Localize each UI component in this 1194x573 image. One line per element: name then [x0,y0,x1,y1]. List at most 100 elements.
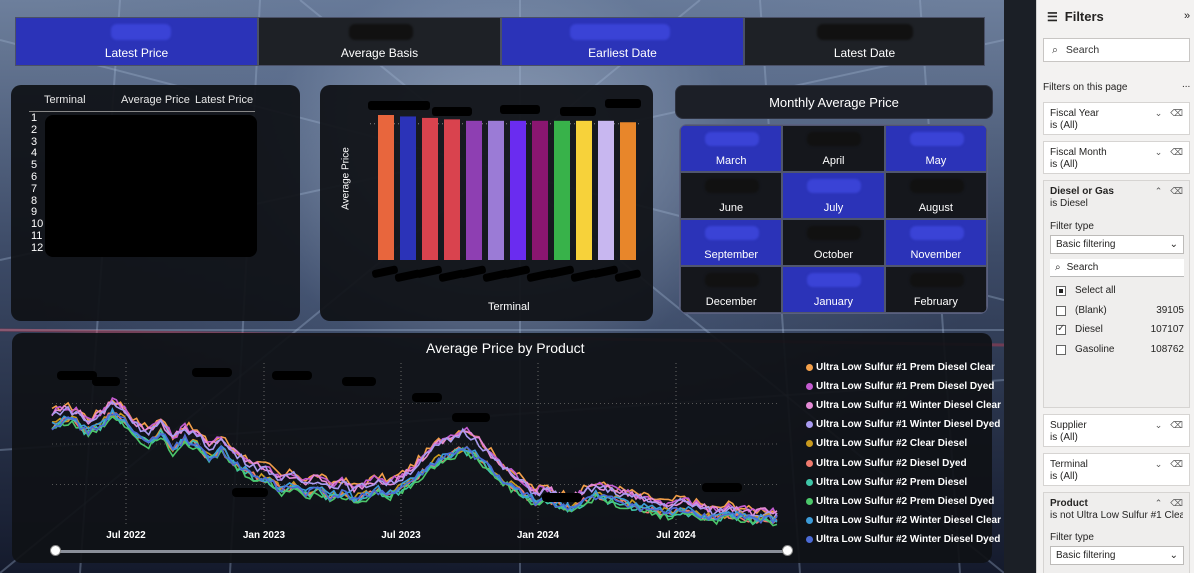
option-label: Diesel [1075,324,1103,335]
legend-item[interactable]: Ultra Low Sulfur #2 Winter Diesel Dyed [806,534,1000,545]
filter-type-value: Basic filtering [1056,238,1116,250]
month-tile-february[interactable]: February [884,266,987,313]
chevron-down-icon[interactable]: ⌄ [1155,146,1163,158]
canvas-gutter [1004,0,1036,573]
option-label: Gasoline [1075,343,1115,355]
more-options-icon[interactable]: ... [1182,79,1190,90]
eraser-icon[interactable]: ⌫ [1170,185,1183,197]
filter-type-dropdown[interactable]: Basic filtering ⌄ [1050,546,1184,565]
chevron-up-icon[interactable]: ⌃ [1155,185,1163,197]
checkbox[interactable] [1056,344,1066,355]
checkbox[interactable] [1056,286,1066,296]
month-tile-august[interactable]: August [884,172,987,219]
terminal-table[interactable]: Terminal Average Price Latest Price 1234… [11,85,300,321]
legend-item[interactable]: Ultra Low Sulfur #1 Prem Diesel Dyed [806,381,994,392]
bar[interactable] [466,120,482,260]
filter-values-search[interactable]: ⌕ Search [1050,259,1184,277]
bar[interactable] [554,120,570,260]
column-header-latest-price[interactable]: Latest Price [195,94,253,106]
eraser-icon[interactable]: ⌫ [1170,146,1183,158]
legend-item[interactable]: Ultra Low Sulfur #2 Diesel Dyed [806,458,967,469]
bar[interactable] [444,119,460,260]
column-header-average-price[interactable]: Average Price [121,94,190,106]
month-tile-december[interactable]: December [680,266,783,313]
legend-item[interactable]: Ultra Low Sulfur #2 Winter Diesel Clear [806,515,1001,526]
filters-search-input[interactable]: ⌕ Search [1043,38,1190,62]
month-tile-july[interactable]: July [782,172,885,219]
month-grid[interactable]: March April May June July August September Octo… [679,124,988,314]
column-header-terminal[interactable]: Terminal [44,94,86,106]
kpi-latest-price[interactable]: Latest Price [15,17,258,66]
kpi-label: Average Basis [340,46,419,60]
filter-card-terminal[interactable]: Terminal is (All) ⌄ ⌫ [1043,453,1190,486]
month-tile-june[interactable]: June [680,172,783,219]
legend-item[interactable]: Ultra Low Sulfur #1 Winter Diesel Clear [806,400,1001,411]
bar[interactable] [400,116,416,260]
month-tile-september[interactable]: September [680,219,783,266]
filter-option-select-all[interactable]: Select all [1056,285,1184,297]
date-slider-start-handle[interactable] [50,545,61,556]
filter-option-gasoline[interactable]: Gasoline 108762 [1056,344,1184,356]
search-icon: ⌕ [1052,43,1058,56]
eraser-icon[interactable]: ⌫ [1170,497,1183,509]
legend-item[interactable]: Ultra Low Sulfur #2 Clear Diesel [806,438,967,449]
filter-card-fiscal-month[interactable]: Fiscal Month is (All) ⌄ ⌫ [1043,141,1190,174]
eraser-icon[interactable]: ⌫ [1170,458,1183,470]
month-label: January [813,296,854,308]
filter-lines-icon: ☰ [1047,9,1058,24]
filter-card-supplier[interactable]: Supplier is (All) ⌄ ⌫ [1043,414,1190,447]
filter-card-product[interactable]: Product is not Ultra Low Sulfur #1 Clea.… [1043,492,1190,573]
month-tile-march[interactable]: March [680,125,783,172]
kpi-latest-date[interactable]: Latest Date [744,17,985,66]
redacted-tick-label [503,265,530,278]
eraser-icon[interactable]: ⌫ [1170,107,1183,119]
chevron-down-icon[interactable]: ⌄ [1155,458,1163,470]
legend-item[interactable]: Ultra Low Sulfur #2 Prem Diesel Dyed [806,496,994,507]
kpi-average-basis[interactable]: Average Basis [258,17,501,66]
date-slider-track[interactable] [55,550,788,553]
filter-card-diesel-or-gas[interactable]: Diesel or Gas is Diesel ⌃ ⌫ Filter type B… [1043,180,1190,408]
legend-item[interactable]: Ultra Low Sulfur #1 Prem Diesel Clear [806,362,995,373]
checkbox[interactable] [1056,305,1066,316]
bar[interactable] [598,120,614,260]
month-tile-october[interactable]: October [782,219,885,266]
bar[interactable] [422,117,438,261]
eraser-icon[interactable]: ⌫ [1170,419,1183,431]
x-tick-label: Jan 2023 [243,530,286,541]
filter-type-dropdown[interactable]: Basic filtering ⌄ [1050,235,1184,254]
kpi-earliest-date[interactable]: Earliest Date [501,17,744,66]
redacted-tick-label [371,265,398,278]
bar[interactable] [532,120,548,260]
filter-card-fiscal-year[interactable]: Fiscal Year is (All) ⌄ ⌫ [1043,102,1190,135]
terminal-bar-chart[interactable]: Average Price Terminal [320,85,653,321]
redacted-tick-label [591,265,618,278]
month-tile-april[interactable]: April [782,125,885,172]
chevron-down-icon[interactable]: ⌄ [1155,107,1163,119]
chevron-up-icon[interactable]: ⌃ [1155,497,1163,509]
bar-chart-plot[interactable] [320,85,653,321]
bar[interactable] [378,115,394,260]
bar[interactable] [510,120,526,260]
chevron-down-icon[interactable]: ⌄ [1155,419,1163,431]
redacted-value-label [432,107,472,116]
legend-item[interactable]: Ultra Low Sulfur #2 Prem Diesel [806,477,967,488]
collapse-pane-icon[interactable]: » [1184,10,1190,22]
filter-option-diesel[interactable]: Diesel 107107 [1056,323,1184,336]
option-count: 108762 [1150,343,1184,355]
price-by-product-chart[interactable]: Average Price by Product Jul 2022 Jan 202… [12,333,1001,563]
month-tile-november[interactable]: November [884,219,987,266]
checkbox[interactable] [1056,323,1066,335]
legend-item[interactable]: Ultra Low Sulfur #1 Winter Diesel Dyed [806,419,1000,430]
month-tile-may[interactable]: May [884,125,987,172]
month-tile-january[interactable]: January [782,266,885,313]
chevron-down-icon: ⌄ [1169,549,1178,561]
redacted-value [349,24,413,40]
legend-label: Ultra Low Sulfur #1 Winter Diesel Clear [816,400,1001,412]
filter-value: is Diesel [1050,198,1088,209]
date-slider-end-handle[interactable] [782,545,793,556]
bar[interactable] [488,120,504,260]
bar[interactable] [576,120,592,260]
bar[interactable] [620,122,636,260]
filter-option-blank[interactable]: (Blank) 39105 [1056,305,1184,317]
series-line[interactable] [51,399,778,515]
